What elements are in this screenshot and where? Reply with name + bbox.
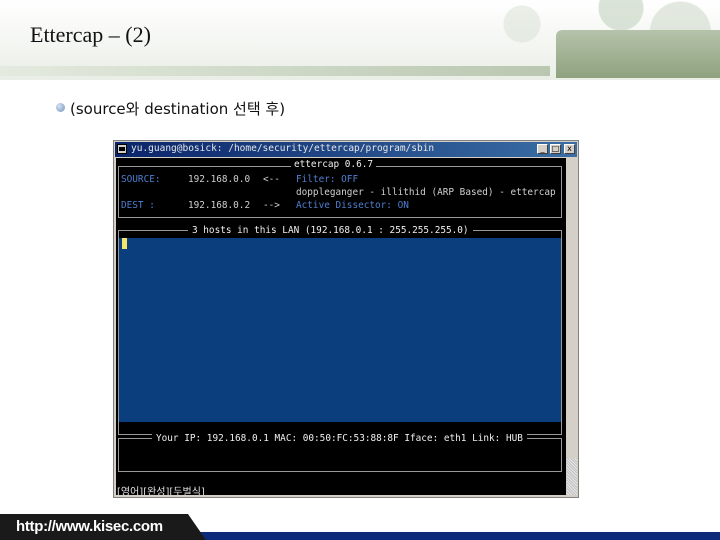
bullet-text: (source와 destination 선택 후) <box>70 100 286 118</box>
slide-title: Ettercap – (2) <box>30 22 151 47</box>
minimize-button[interactable]: _ <box>537 144 548 154</box>
terminal-screen[interactable]: ettercap 0.6.7 SOURCE: 192.168.0.0 <-- F… <box>116 158 566 495</box>
scrollbar[interactable] <box>567 158 577 495</box>
dest-arrow: --> <box>263 200 280 211</box>
source-arrow: <-- <box>263 174 280 185</box>
app-name: ettercap 0.6.7 <box>291 159 377 170</box>
slide-header: Ettercap – (2) <box>0 0 720 80</box>
hosts-title: 3 hosts in this LAN (192.168.0.1 : 255.2… <box>188 225 473 236</box>
source-label: SOURCE: <box>121 174 161 185</box>
window-titlebar[interactable]: yu.guang@bosick: /home/security/ettercap… <box>115 142 577 157</box>
close-button[interactable]: x <box>564 144 575 154</box>
maximize-button[interactable]: □ <box>550 144 561 154</box>
scrollbar-thumb[interactable] <box>567 458 577 495</box>
terminal-icon <box>117 144 127 154</box>
hosts-list[interactable] <box>119 238 561 422</box>
dest-label: DEST : <box>121 200 155 211</box>
window-title: yu.guang@bosick: /home/security/ettercap… <box>131 143 435 154</box>
dissector-status: Active Dissector: ON <box>296 200 409 211</box>
bullet-icon <box>56 103 65 112</box>
source-value: 192.168.0.0 <box>188 174 251 185</box>
text-cursor <box>122 238 127 249</box>
doppleganger-line: doppleganger - illithid (ARP Based) - et… <box>296 187 556 198</box>
terminal-window: yu.guang@bosick: /home/security/ettercap… <box>113 140 579 498</box>
ime-status: [영어][완성][두벌식] <box>117 487 205 495</box>
header-accent-block <box>556 30 720 78</box>
status-line: Your IP: 192.168.0.1 MAC: 00:50:FC:53:88… <box>152 433 527 444</box>
footer-url: http://www.kisec.com <box>16 518 163 535</box>
filter-status: Filter: OFF <box>296 174 359 185</box>
dest-value: 192.168.0.2 <box>188 200 251 211</box>
header-bar <box>0 66 550 76</box>
